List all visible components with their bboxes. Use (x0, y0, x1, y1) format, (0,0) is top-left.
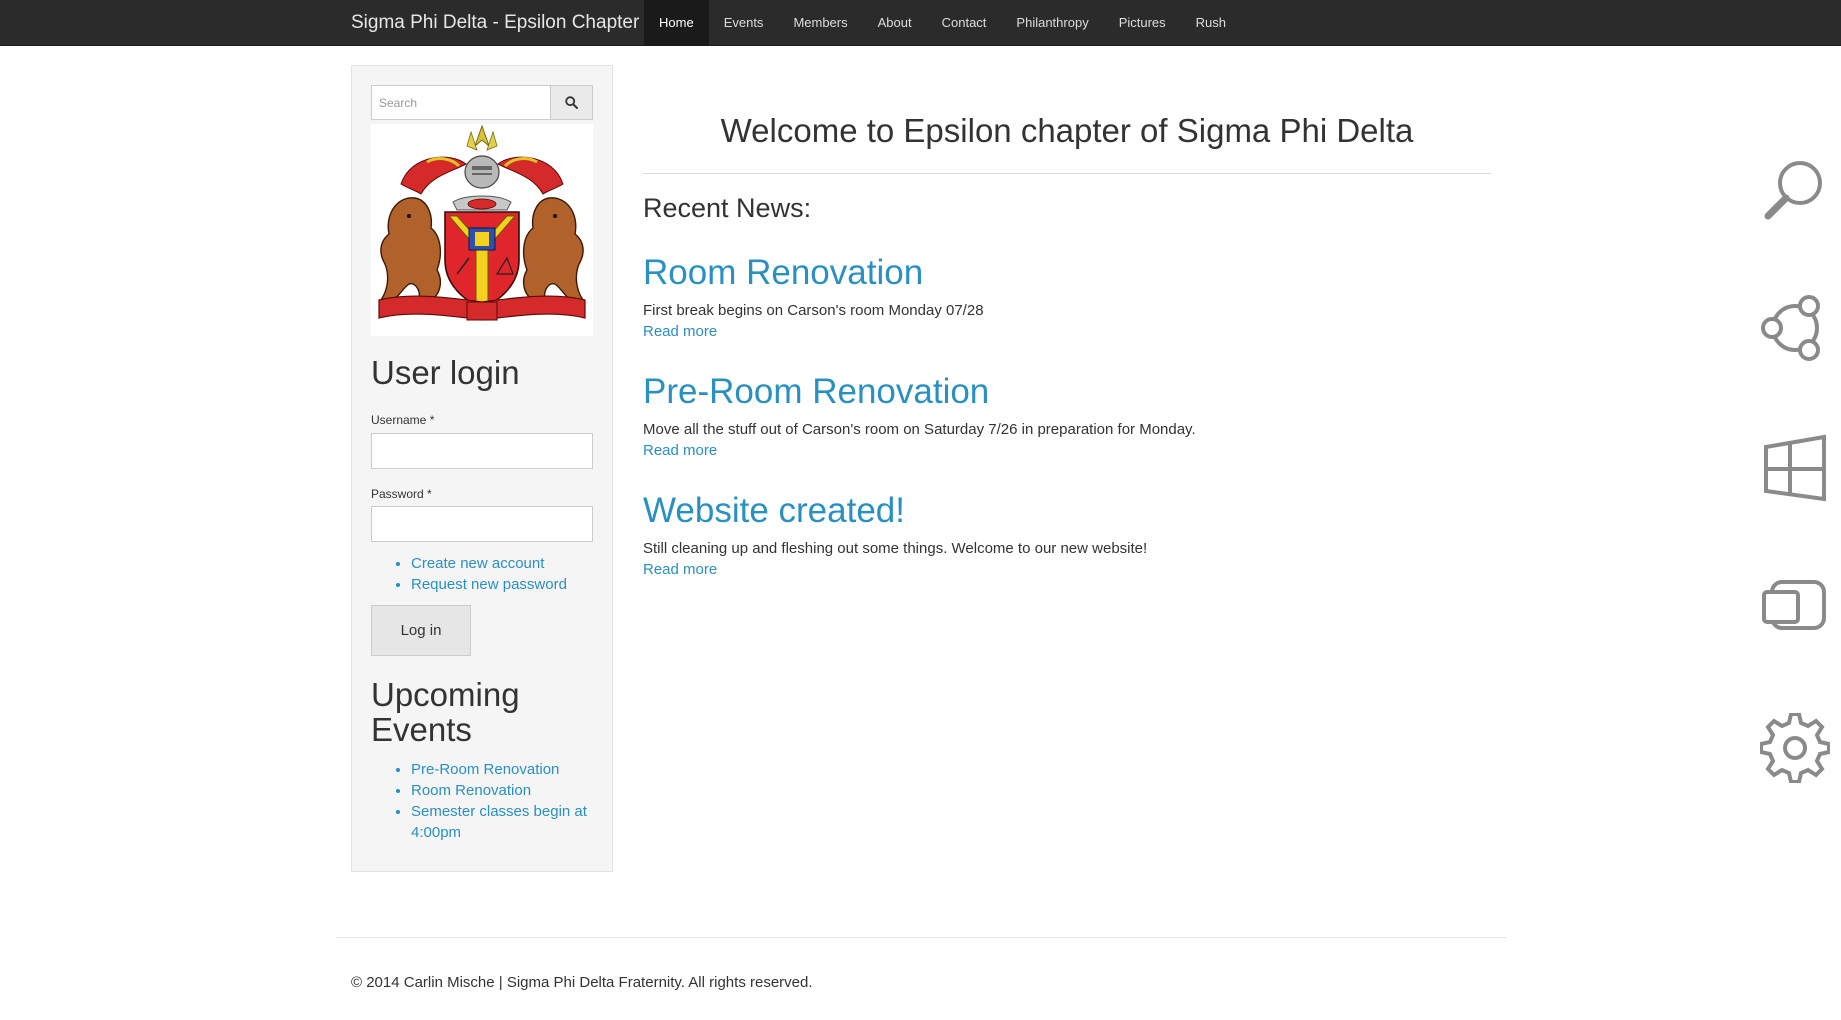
nav-item-about[interactable]: About (863, 0, 927, 46)
top-navbar: Sigma Phi Delta - Epsilon Chapter Home E… (0, 0, 1841, 46)
search-charm-icon[interactable] (1760, 155, 1830, 225)
sidebar: User login Username * Password * Create … (351, 65, 613, 872)
title-divider (643, 173, 1491, 174)
read-more-link[interactable]: Read more (643, 323, 717, 340)
settings-charm-icon[interactable] (1760, 713, 1830, 783)
password-label: Password * (371, 487, 432, 501)
username-field[interactable] (371, 433, 593, 469)
nav-item-home[interactable]: Home (644, 0, 709, 46)
nav-item-members[interactable]: Members (778, 0, 862, 46)
start-charm-icon[interactable] (1760, 433, 1830, 503)
site-brand[interactable]: Sigma Phi Delta - Epsilon Chapter (351, 0, 639, 46)
upcoming-events-list: Pre-Room Renovation Room Renovation Seme… (371, 759, 611, 843)
news-body: First break begins on Carson's room Mond… (643, 302, 984, 319)
share-charm-icon[interactable] (1760, 293, 1830, 363)
event-link[interactable]: Pre-Room Renovation (411, 759, 611, 780)
news-title[interactable]: Pre-Room Renovation (643, 372, 989, 412)
event-link[interactable]: Semester classes begin at 4:00pm (411, 801, 596, 843)
search-form (371, 85, 593, 120)
nav-item-rush[interactable]: Rush (1181, 0, 1241, 46)
nav-item-philanthropy[interactable]: Philanthropy (1001, 0, 1103, 46)
upcoming-events-heading: Upcoming Events (371, 676, 520, 748)
news-body: Move all the stuff out of Carson's room … (643, 421, 1196, 438)
password-field[interactable] (371, 506, 593, 542)
user-login-heading: User login (371, 354, 520, 391)
footer-copyright: © 2014 Carlin Mische | Sigma Phi Delta F… (351, 974, 813, 991)
request-password-link[interactable]: Request new password (411, 574, 567, 595)
main-nav: Home Events Members About Contact Philan… (644, 0, 1241, 46)
event-link[interactable]: Room Renovation (411, 780, 611, 801)
devices-charm-icon[interactable] (1760, 572, 1830, 642)
read-more-link[interactable]: Read more (643, 442, 717, 459)
nav-item-events[interactable]: Events (709, 0, 779, 46)
news-title[interactable]: Website created! (643, 491, 905, 531)
create-account-link[interactable]: Create new account (411, 553, 567, 574)
chapter-crest-logo (371, 124, 593, 336)
news-title[interactable]: Room Renovation (643, 253, 923, 293)
news-body: Still cleaning up and fleshing out some … (643, 540, 1148, 557)
recent-news-heading: Recent News: (643, 193, 812, 223)
search-button[interactable] (550, 85, 593, 120)
login-button[interactable]: Log in (371, 605, 471, 656)
read-more-link[interactable]: Read more (643, 561, 717, 578)
nav-item-pictures[interactable]: Pictures (1104, 0, 1181, 46)
search-icon (565, 96, 578, 109)
nav-item-contact[interactable]: Contact (927, 0, 1002, 46)
account-links: Create new account Request new password (371, 553, 567, 595)
page-title: Welcome to Epsilon chapter of Sigma Phi … (720, 112, 1414, 149)
username-label: Username * (371, 413, 435, 427)
search-input[interactable] (371, 85, 550, 120)
footer-divider (336, 937, 1506, 938)
